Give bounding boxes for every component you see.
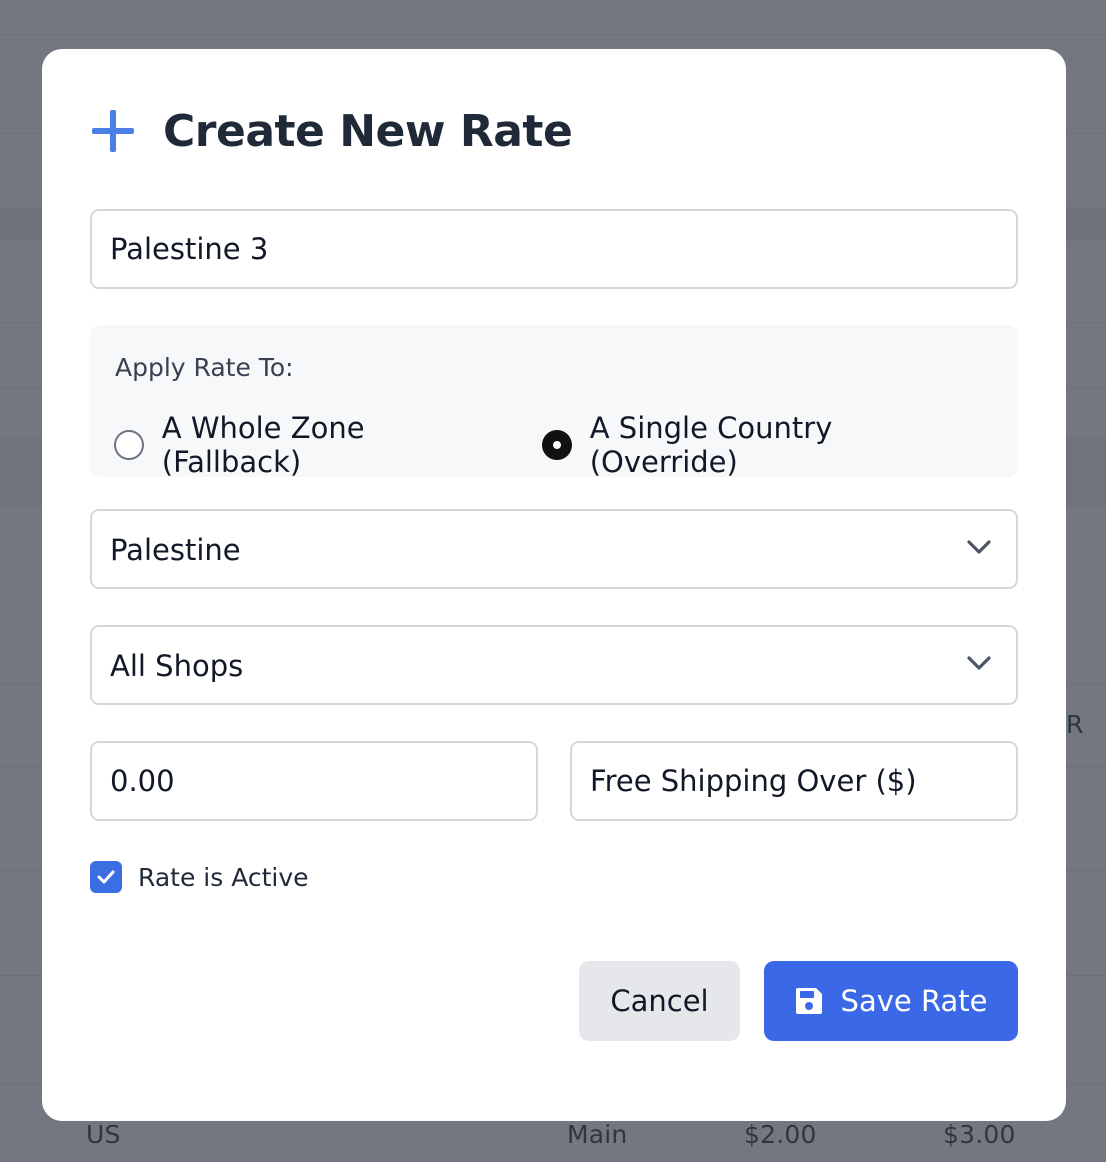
cancel-button-label: Cancel [610,984,709,1018]
radio-option-single-country[interactable]: A Single Country (Override) [541,411,986,479]
create-rate-modal: Create New Rate Apply Rate To: A Whole Z… [42,49,1066,1121]
rate-active-row[interactable]: Rate is Active [90,861,309,893]
plus-icon [92,110,134,152]
modal-title: Create New Rate [163,105,573,157]
rate-name-field [90,209,1018,289]
bg-row-country: US [86,1120,121,1149]
rate-active-checkbox[interactable] [90,861,122,893]
rate-amount-field [90,741,538,821]
radio-label-single-country: A Single Country (Override) [589,411,833,479]
save-icon [795,988,822,1014]
apply-rate-radio-group: A Whole Zone (Fallback) A Single Country… [114,411,1018,479]
chevron-down-icon [967,540,991,554]
bg-divider [0,34,1106,35]
radio-single-country[interactable] [541,430,572,460]
chevron-down-icon [967,656,991,670]
rate-amount-input[interactable] [92,743,536,819]
apply-rate-label: Apply Rate To: [115,353,294,382]
radio-whole-zone[interactable] [114,430,144,460]
shop-select-value: All Shops [110,649,244,683]
radio-option-whole-zone[interactable]: A Whole Zone (Fallback) [114,411,510,479]
free-shipping-field [570,741,1018,821]
country-select[interactable]: Palestine [90,509,1018,589]
bg-row-shop: Main [567,1120,628,1149]
apply-rate-panel: Apply Rate To: A Whole Zone (Fallback) A… [90,325,1018,479]
free-shipping-input[interactable] [572,743,1016,819]
rate-active-label: Rate is Active [138,862,309,892]
rate-name-input[interactable] [92,211,1016,287]
radio-label-whole-zone: A Whole Zone (Fallback) [161,411,365,479]
modal-header: Create New Rate [92,103,573,159]
bg-row-free-over: $3.00 [943,1120,1016,1149]
cancel-button[interactable]: Cancel [579,961,740,1041]
bg-column-header-fragment: R [1066,710,1084,739]
bg-row-rate: $2.00 [744,1120,817,1149]
save-rate-button-label: Save Rate [840,984,988,1018]
save-rate-button[interactable]: Save Rate [764,961,1018,1041]
country-select-value: Palestine [110,533,241,567]
shop-select[interactable]: All Shops [90,625,1018,705]
checkmark-icon [97,870,115,884]
